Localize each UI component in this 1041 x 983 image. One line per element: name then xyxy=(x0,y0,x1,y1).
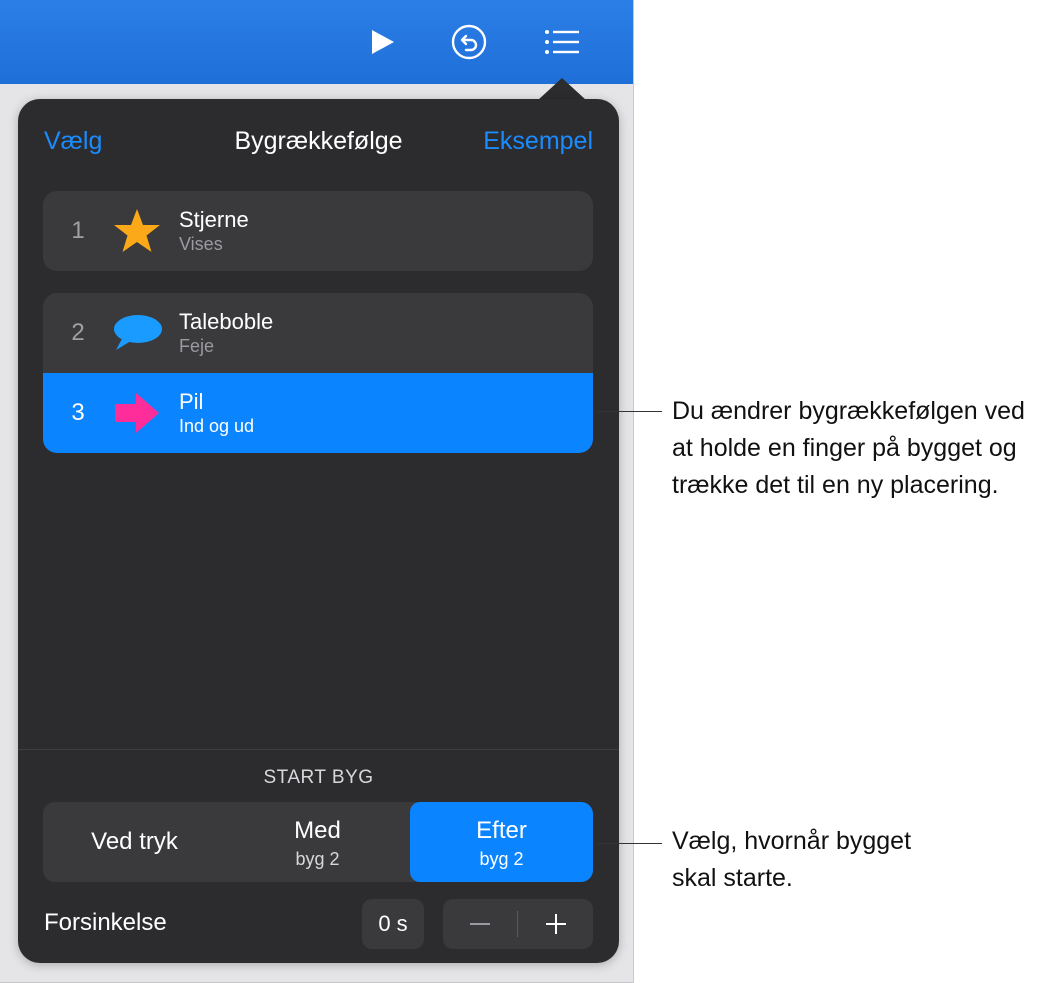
preview-button[interactable]: Eksempel xyxy=(483,127,593,156)
list-icon[interactable] xyxy=(540,20,584,64)
build-effect: Feje xyxy=(179,336,215,356)
build-row-speech-bubble[interactable]: 2 Taleboble Feje xyxy=(43,293,593,373)
build-effect: Vises xyxy=(179,234,223,254)
device-screen: Bygrækkefølge Vælg Eksempel 1 Stjerne Vi… xyxy=(0,0,634,983)
start-build-segmented-control: Ved tryk Med byg 2 Efter byg 2 xyxy=(43,802,593,882)
plus-icon[interactable] xyxy=(519,899,593,949)
build-effect: Ind og ud xyxy=(179,416,255,436)
undo-icon[interactable] xyxy=(447,20,491,64)
delay-value-field[interactable]: 0 s xyxy=(362,899,424,949)
segment-after-build[interactable]: Efter byg 2 xyxy=(410,802,593,882)
build-order-popover: Bygrækkefølge Vælg Eksempel 1 Stjerne Vi… xyxy=(18,99,619,963)
build-number: 2 xyxy=(71,319,85,346)
build-group-1: 1 Stjerne Vises xyxy=(43,191,593,271)
build-row-star[interactable]: 1 Stjerne Vises xyxy=(43,191,593,271)
minus-icon[interactable] xyxy=(443,899,517,949)
build-number: 3 xyxy=(71,399,85,426)
divider xyxy=(18,749,619,750)
callout-start: Vælg, hvornår bygget skal starte. xyxy=(672,827,912,892)
toolbar xyxy=(0,0,633,84)
callout-line-start xyxy=(596,843,662,844)
select-button[interactable]: Vælg xyxy=(44,127,102,156)
segment-sublabel: byg 2 xyxy=(479,849,524,869)
arrow-icon xyxy=(111,389,163,437)
stepper-divider xyxy=(517,911,518,937)
delay-stepper xyxy=(443,899,593,949)
callout-line-reorder xyxy=(596,411,662,412)
segment-on-tap[interactable]: Ved tryk xyxy=(43,802,226,882)
build-name: Pil xyxy=(179,389,204,414)
segment-sublabel: byg 2 xyxy=(295,849,340,869)
speech-bubble-icon xyxy=(111,309,163,357)
callout-reorder: Du ændrer bygrækkefølgen ved at holde en… xyxy=(672,397,1025,499)
start-build-label: START BYG xyxy=(263,767,374,788)
build-name: Taleboble xyxy=(179,309,274,334)
popover-header: Bygrækkefølge Vælg Eksempel xyxy=(18,123,619,159)
segment-label: Ved tryk xyxy=(91,828,178,855)
play-icon[interactable] xyxy=(360,20,404,64)
segment-label: Med xyxy=(294,817,341,844)
build-row-arrow[interactable]: 3 Pil Ind og ud xyxy=(43,373,593,453)
build-group-2: 2 Taleboble Feje 3 Pil Ind og ud xyxy=(43,293,593,453)
popover-arrow xyxy=(538,78,586,100)
delay-label: Forsinkelse xyxy=(44,909,167,936)
segment-label: Efter xyxy=(476,817,527,844)
star-icon xyxy=(111,207,163,255)
build-number: 1 xyxy=(71,217,85,244)
build-name: Stjerne xyxy=(179,207,249,232)
segment-with-build[interactable]: Med byg 2 xyxy=(226,802,409,882)
